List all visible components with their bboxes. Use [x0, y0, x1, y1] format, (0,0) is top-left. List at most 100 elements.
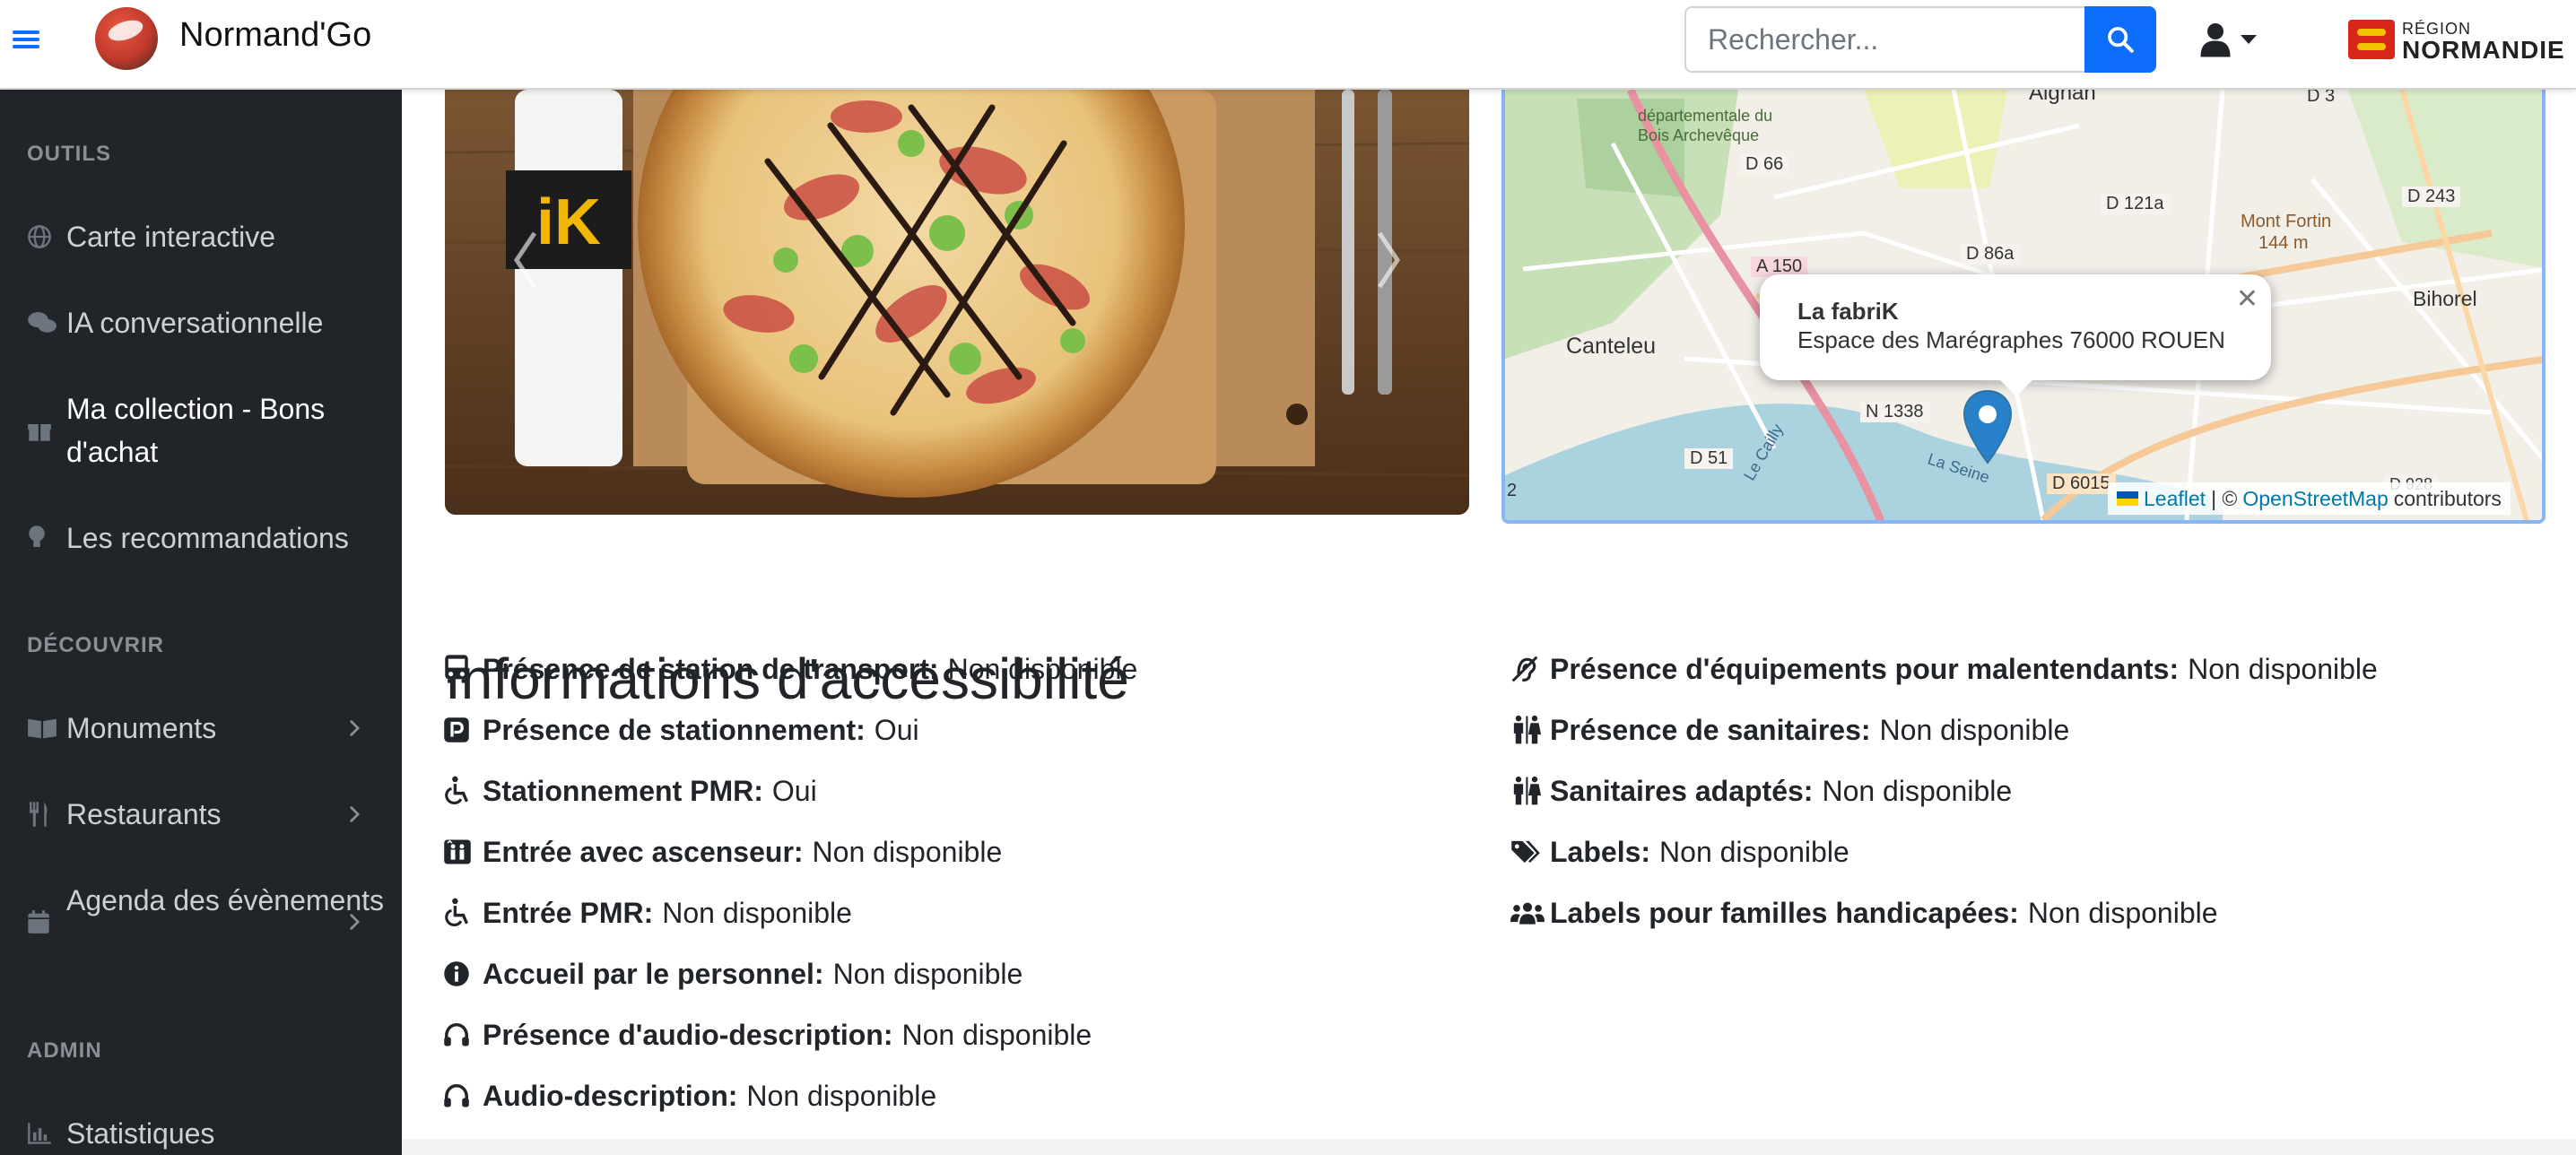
map-popup[interactable]: La fabriK Espace des Marégraphes 76000 R…	[1760, 274, 2271, 396]
hamburger-menu-icon[interactable]	[13, 27, 39, 54]
accessibility-label: Sanitaires adaptés:	[1550, 774, 1814, 807]
accessibility-label: Labels pour familles handicapées:	[1550, 896, 2019, 929]
map-label: Mont Fortin	[2241, 212, 2332, 231]
region-normandie-logo: RÉGION NORMANDIE	[2348, 18, 2564, 65]
utensils-icon	[27, 793, 66, 836]
close-icon[interactable]: ✕	[2236, 283, 2258, 315]
map-label: D 86a	[1961, 244, 2020, 265]
accessibility-label: Audio-description:	[483, 1079, 738, 1112]
accessibility-value: Non disponible	[2027, 896, 2218, 929]
accessibility-label: Présence de sanitaires:	[1550, 713, 1871, 746]
sidebar-item-ia-conversationnelle[interactable]: IA conversationnelle	[27, 301, 386, 344]
leaflet-link[interactable]: Leaflet	[2144, 487, 2206, 511]
accessibility-item: Présence d'équipements pour malentendant…	[1510, 638, 2378, 699]
accessibility-label: Entrée PMR:	[483, 896, 654, 929]
openstreetmap-link[interactable]: OpenStreetMap	[2242, 487, 2388, 511]
wheelchair-icon	[443, 897, 479, 929]
accessibility-label: Entrée avec ascenseur:	[483, 835, 804, 868]
map-label: D 51	[1684, 448, 1734, 469]
napkin-logo: iK	[536, 187, 601, 258]
bus-icon	[443, 653, 479, 685]
sidebar-item-label: Monuments	[66, 712, 217, 744]
headphones-icon	[443, 1080, 479, 1112]
sidebar-item-agenda[interactable]: Agenda des évènements	[27, 879, 386, 965]
map-label: D 243	[2402, 187, 2461, 207]
accessibility-item: Accueil par le personnel: Non disponible	[443, 943, 1137, 1004]
sidebar-item-restaurants[interactable]: Restaurants	[27, 793, 386, 836]
top-navbar: Normand'Go Rechercher... RÉGION NORMANDI…	[0, 0, 2576, 90]
ukraine-flag-icon	[2117, 491, 2138, 506]
accessibility-item: Présence d'audio-description: Non dispon…	[443, 1004, 1137, 1065]
restroom-icon	[1510, 714, 1546, 746]
headphones-icon	[443, 1019, 479, 1051]
chart-icon	[27, 1112, 66, 1155]
accessibility-item: Stationnement PMR: Oui	[443, 760, 1137, 821]
sidebar-item-carte-interactive[interactable]: Carte interactive	[27, 215, 386, 258]
normandy-flag-icon	[2348, 20, 2395, 59]
search-input[interactable]: Rechercher...	[1684, 6, 2086, 73]
accessibility-item: Audio-description: Non disponible	[443, 1065, 1137, 1126]
image-carousel[interactable]: iK	[445, 90, 1469, 515]
chevron-right-icon	[341, 793, 368, 836]
user-menu-dropdown[interactable]	[2199, 20, 2271, 59]
sidebar-item-ma-collection[interactable]: Ma collection - Bons d'achat	[27, 387, 386, 473]
accessibility-label: Accueil par le personnel:	[483, 957, 824, 990]
accessibility-label: Présence de stationnement:	[483, 713, 866, 746]
accessibility-value: Non disponible	[746, 1079, 937, 1112]
accessibility-value: Non disponible	[2188, 652, 2378, 685]
restaurant-photo: iK	[445, 90, 1469, 515]
map-label: Canteleu	[1566, 334, 1657, 359]
accessibility-value: Non disponible	[812, 835, 1003, 868]
sidebar-item-statistiques[interactable]: Statistiques	[27, 1112, 386, 1155]
sidebar-item-label: Carte interactive	[66, 221, 275, 253]
accessibility-item: Entrée PMR: Non disponible	[443, 882, 1137, 943]
globe-icon	[27, 215, 66, 258]
sidebar-item-label: Statistiques	[66, 1117, 215, 1150]
page-bottom-strip	[402, 1139, 2576, 1155]
sidebar-item-label: Les recommandations	[66, 522, 349, 554]
accessibility-item: Présence de sanitaires: Non disponible	[1510, 699, 2378, 760]
chevron-right-icon	[341, 900, 368, 943]
sidebar-heading-decouvrir: DÉCOUVRIR	[27, 633, 165, 657]
accessibility-value: Oui	[874, 713, 919, 746]
region-logo-big-text: NORMANDIE	[2402, 36, 2565, 64]
parking-icon	[443, 714, 479, 746]
app-title[interactable]: Normand'Go	[179, 16, 371, 55]
accessibility-label: Présence de station de transport:	[483, 652, 939, 685]
app-logo[interactable]	[95, 7, 158, 70]
map-label: 2	[1507, 481, 1518, 500]
accessibility-label: Présence d'audio-description:	[483, 1018, 893, 1051]
search-button[interactable]	[2084, 6, 2156, 73]
sidebar-item-monuments[interactable]: Monuments	[27, 707, 386, 750]
book-icon	[27, 707, 66, 750]
accessibility-value: Non disponible	[947, 652, 1138, 685]
attribution-contributors: contributors	[2393, 486, 2502, 510]
sidebar-item-label: IA conversationnelle	[66, 307, 324, 339]
elevator-icon	[443, 836, 479, 868]
accessibility-value: Non disponible	[1822, 774, 2013, 807]
map-label: D 3	[2307, 90, 2336, 106]
calendar-icon	[27, 879, 66, 965]
map-label: départementale du Bois Archevêque	[1638, 107, 1773, 144]
accessibility-item: Sanitaires adaptés: Non disponible	[1510, 760, 2378, 821]
map-attribution: Leaflet | © OpenStreetMap contributors	[2108, 482, 2511, 515]
accessibility-label: Stationnement PMR:	[483, 774, 763, 807]
popup-title: La fabriK	[1797, 298, 1899, 325]
accessibility-label: Labels:	[1550, 835, 1651, 868]
comments-icon	[27, 301, 66, 344]
sidebar-heading-outils: OUTILS	[27, 142, 111, 166]
info-icon	[443, 958, 479, 990]
sidebar-heading-admin: ADMIN	[27, 1038, 102, 1063]
sidebar-item-recommandations[interactable]: Les recommandations	[27, 517, 386, 560]
restroom-icon	[1510, 775, 1546, 807]
sidebar-item-label: Restaurants	[66, 798, 222, 830]
user-icon	[2200, 23, 2231, 57]
map-label: Aignan	[2029, 90, 2096, 105]
accessibility-list-right: Présence d'équipements pour malentendant…	[1510, 638, 2378, 943]
chevron-down-icon	[2241, 35, 2257, 44]
map-label: D 6015	[2047, 473, 2116, 494]
wheelchair-icon	[443, 775, 479, 807]
map-marker-icon[interactable]	[1962, 389, 2013, 465]
map-label: Bihorel	[2413, 287, 2477, 310]
popup-address: Espace des Marégraphes 76000 ROUEN	[1797, 326, 2225, 353]
